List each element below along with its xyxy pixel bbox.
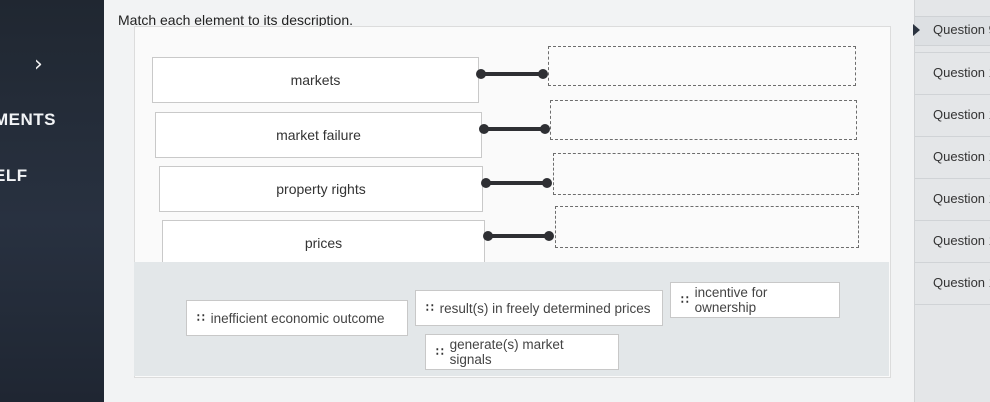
- connector-line[interactable]: [476, 69, 548, 79]
- drag-handle-icon[interactable]: ∷: [436, 345, 444, 359]
- answer-chip-incentive-ownership[interactable]: ∷ incentive for ownership: [670, 282, 840, 318]
- question-nav-item[interactable]: Question 1: [933, 107, 990, 122]
- term-property-rights: property rights: [159, 166, 483, 212]
- answer-chip-market-signals[interactable]: ∷ generate(s) market signals: [425, 334, 619, 370]
- nav-item-assignments[interactable]: MENTS: [0, 110, 56, 130]
- answer-label: incentive for ownership: [694, 285, 768, 315]
- question-navigator: Question 9 Question 1 Question 1 Questio…: [913, 0, 990, 402]
- question-nav-item[interactable]: Question 9: [933, 22, 990, 37]
- question-area: Match each element to its description. m…: [104, 0, 914, 402]
- drag-handle-icon[interactable]: ∷: [426, 301, 434, 315]
- drop-target-2[interactable]: [550, 100, 857, 140]
- answer-label: result(s) in freely determined prices: [439, 300, 651, 316]
- question-nav-item[interactable]: Question 1: [933, 233, 990, 248]
- answer-label: generate(s) market signals: [449, 337, 564, 367]
- drop-target-1[interactable]: [548, 46, 856, 86]
- connector-line[interactable]: [479, 124, 550, 134]
- term-markets: markets: [152, 57, 479, 103]
- question-nav-item[interactable]: Question 1: [933, 65, 990, 80]
- term-label: markets: [290, 72, 341, 88]
- term-prices: prices: [162, 220, 485, 266]
- chevron-right-icon[interactable]: ›: [34, 52, 43, 77]
- connector-line[interactable]: [481, 178, 552, 188]
- question-nav-item[interactable]: Question 1: [933, 191, 990, 206]
- drag-handle-icon[interactable]: ∷: [681, 293, 689, 307]
- term-label: prices: [304, 235, 343, 251]
- drag-handle-icon[interactable]: ∷: [197, 311, 205, 325]
- term-label: property rights: [276, 181, 366, 197]
- current-question-indicator-icon: [913, 24, 920, 36]
- drop-target-4[interactable]: [555, 206, 859, 248]
- answer-chip-inefficient-outcome[interactable]: ∷ inefficient economic outcome: [186, 300, 408, 336]
- answer-label: inefficient economic outcome: [210, 310, 385, 326]
- question-nav-item[interactable]: Question 1: [933, 275, 990, 290]
- term-market-failure: market failure: [155, 112, 482, 158]
- nav-item-self[interactable]: ELF: [0, 166, 28, 186]
- question-nav-item[interactable]: Question 1: [933, 149, 990, 164]
- drop-target-3[interactable]: [553, 153, 859, 195]
- answer-chip-freely-determined-prices[interactable]: ∷ result(s) in freely determined prices: [415, 290, 663, 326]
- connector-line[interactable]: [483, 231, 554, 241]
- term-label: market failure: [276, 127, 361, 143]
- left-sidebar: › MENTS ELF: [0, 0, 104, 402]
